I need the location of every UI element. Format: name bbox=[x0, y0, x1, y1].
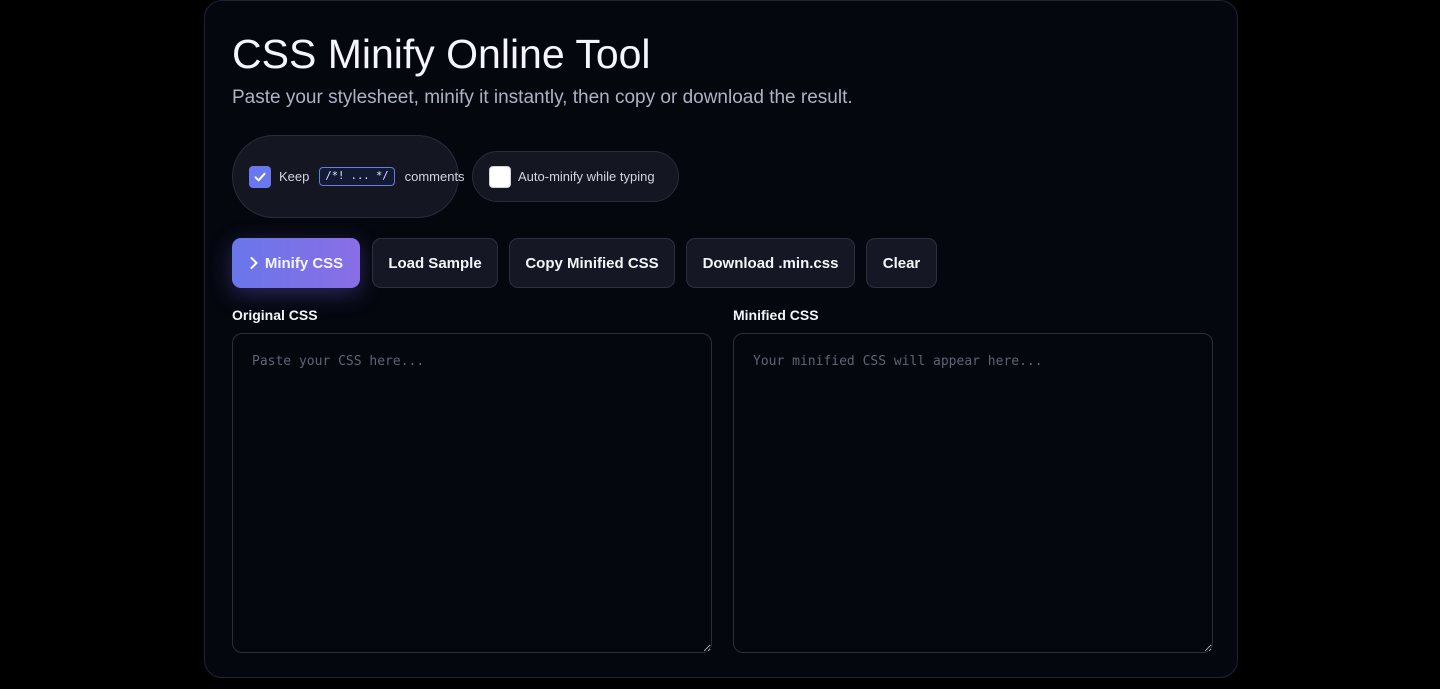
copy-minified-css-button[interactable]: Copy Minified CSS bbox=[509, 238, 675, 288]
original-css-label: Original CSS bbox=[232, 307, 318, 323]
page-title: CSS Minify Online Tool bbox=[232, 31, 651, 77]
clear-button[interactable]: Clear bbox=[866, 238, 937, 288]
auto-minify-label: Auto-minify while typing bbox=[518, 169, 655, 184]
comment-syntax-chip: /*! ... */ bbox=[319, 167, 395, 186]
load-sample-button[interactable]: Load Sample bbox=[372, 238, 498, 288]
keep-label: Keep bbox=[279, 169, 310, 184]
chevron-right-icon bbox=[249, 256, 259, 270]
page-subtitle: Paste your stylesheet, minify it instant… bbox=[232, 87, 853, 108]
comments-label: comments bbox=[404, 169, 465, 184]
tool-card: CSS Minify Online Tool Paste your styles… bbox=[204, 0, 1238, 678]
original-css-input[interactable] bbox=[232, 333, 712, 653]
keep-comments-option[interactable]: Keep /*! ... */ comments bbox=[232, 135, 465, 218]
minify-css-button[interactable]: Minify CSS bbox=[232, 238, 360, 288]
auto-minify-option[interactable]: Auto-minify while typing bbox=[472, 151, 679, 202]
keep-comments-checkbox[interactable] bbox=[249, 165, 271, 188]
minify-css-label: Minify CSS bbox=[264, 254, 344, 272]
download-min-css-button[interactable]: Download .min.css bbox=[686, 238, 855, 288]
auto-minify-checkbox[interactable] bbox=[489, 165, 511, 188]
minified-css-output[interactable] bbox=[733, 333, 1213, 653]
checkmark-icon bbox=[254, 172, 266, 181]
minified-css-label: Minified CSS bbox=[733, 307, 819, 323]
